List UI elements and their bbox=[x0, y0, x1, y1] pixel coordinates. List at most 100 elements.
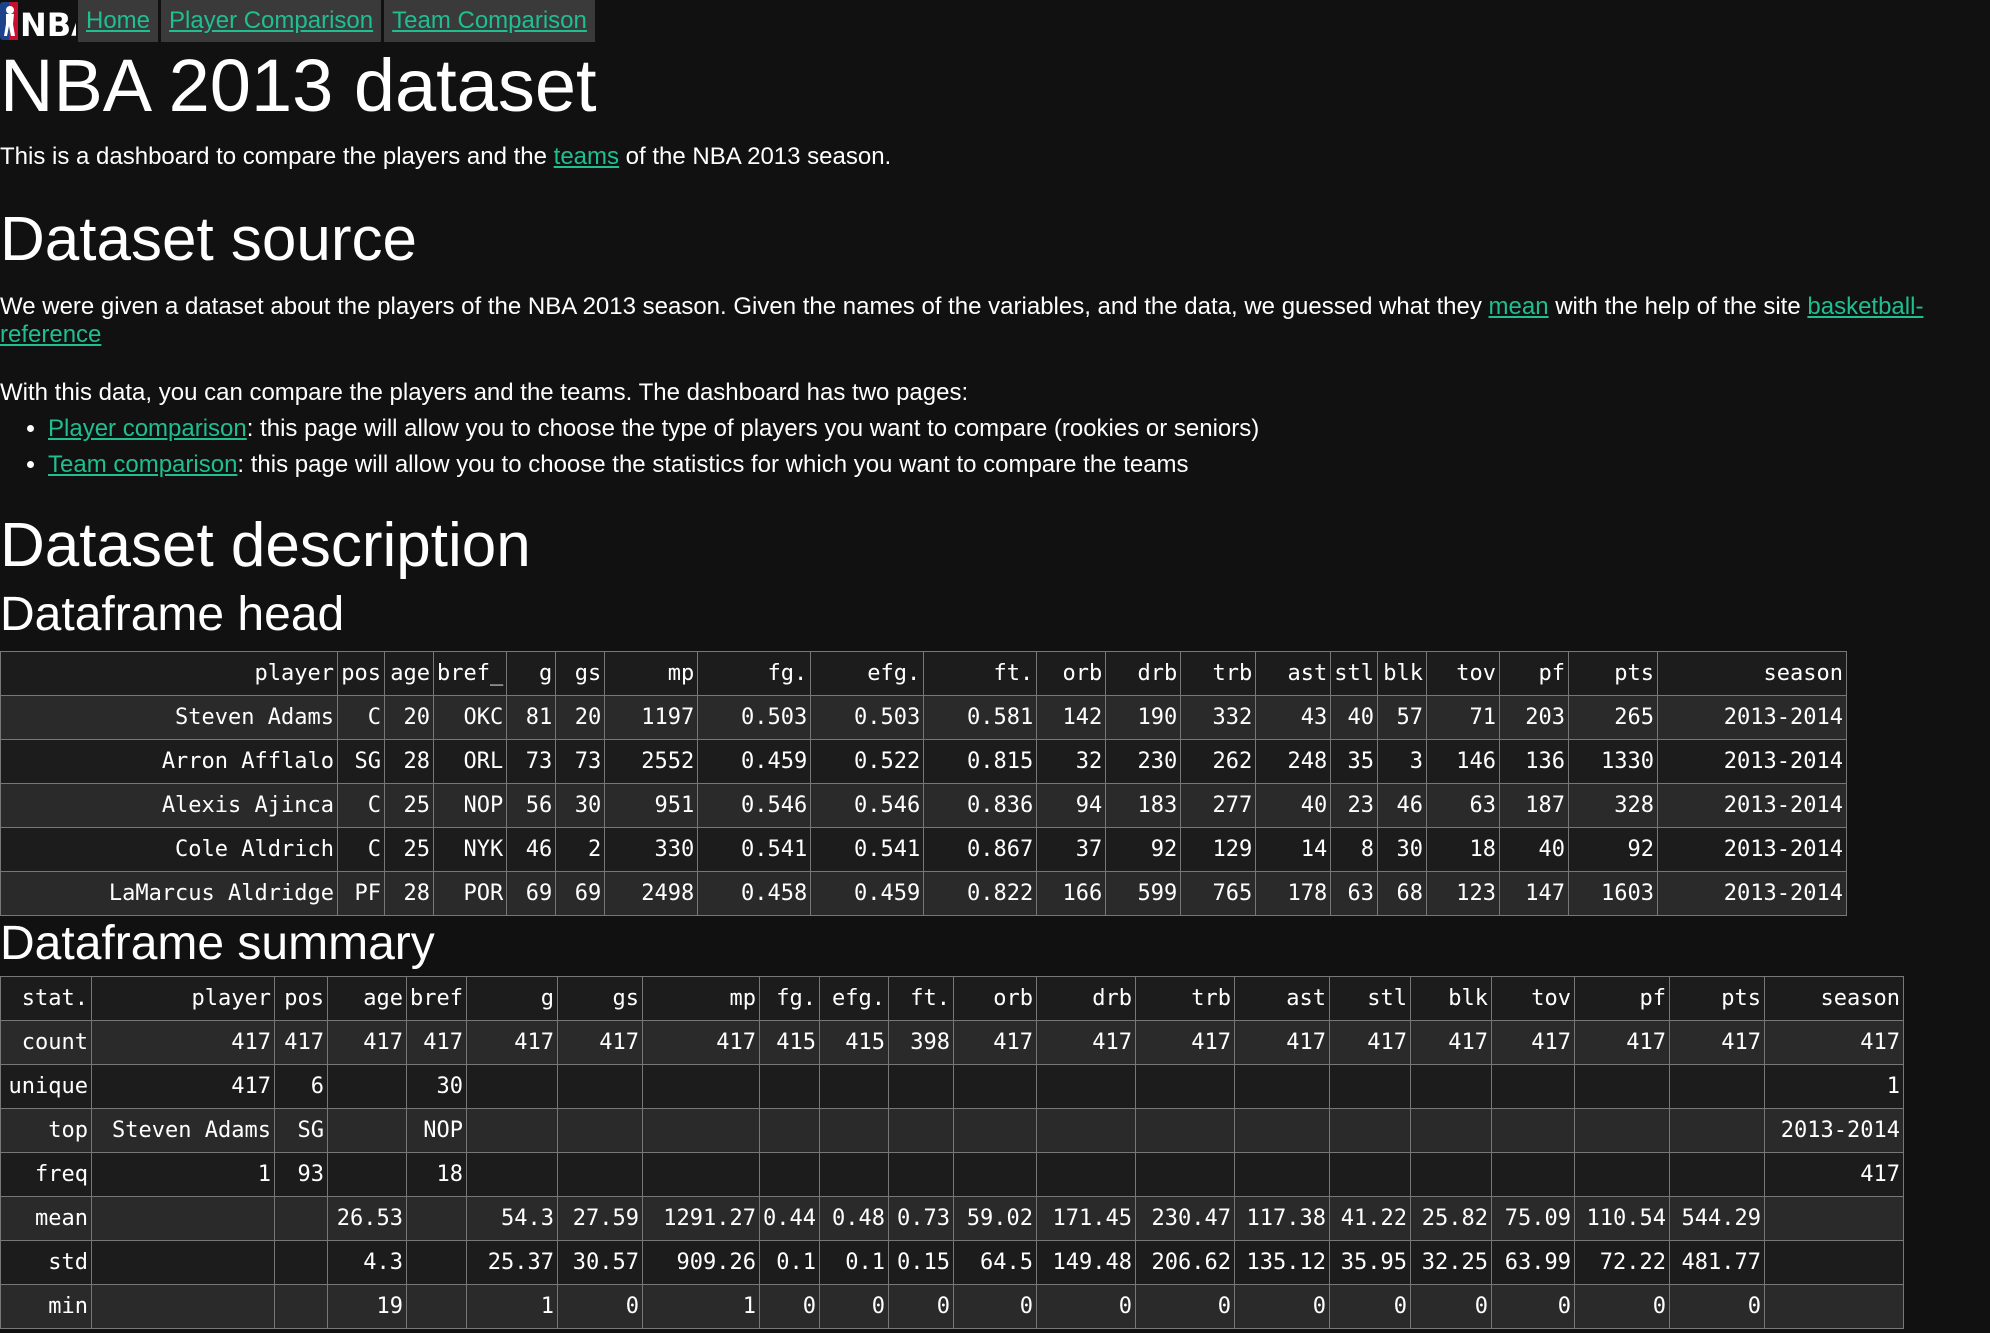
column-header: age bbox=[327, 976, 407, 1021]
table-cell: 0.1 bbox=[758, 1240, 820, 1285]
table-cell: 19 bbox=[327, 1284, 407, 1329]
table-cell bbox=[1328, 1064, 1411, 1109]
dataframe-summary-table: stat. player pos age bref g gs mp fg. efg. ft. orb d… bbox=[0, 976, 1904, 1329]
column-header: mp bbox=[641, 976, 760, 1021]
table-cell: PF bbox=[337, 871, 385, 916]
table-cell: min bbox=[0, 1284, 92, 1329]
table-cell: 0.822 bbox=[923, 871, 1038, 916]
table-cell: 417 bbox=[1490, 1020, 1575, 1065]
table-cell: 0.459 bbox=[697, 739, 812, 784]
table-header-row: player pos age bref_ g gs mp fg. efg. ft. orb drb tr… bbox=[0, 651, 1847, 696]
table-cell: 142 bbox=[1036, 695, 1107, 740]
table-cell: 1 bbox=[1763, 1064, 1904, 1109]
nav-home-link[interactable]: Home bbox=[86, 7, 150, 35]
nav-team-comparison[interactable]: Team Comparison bbox=[384, 0, 595, 42]
table-cell bbox=[1490, 1152, 1575, 1197]
nav-player-comparison-link[interactable]: Player Comparison bbox=[169, 7, 373, 35]
table-cell: 398 bbox=[887, 1020, 954, 1065]
column-header: trb bbox=[1180, 651, 1257, 696]
table-cell: 0.522 bbox=[810, 739, 925, 784]
table-cell: 481.77 bbox=[1668, 1240, 1765, 1285]
table-cell: 0.581 bbox=[923, 695, 1038, 740]
table-cell: 1197 bbox=[604, 695, 699, 740]
table-cell: 35.95 bbox=[1328, 1240, 1411, 1285]
nav-player-comparison[interactable]: Player Comparison bbox=[161, 0, 382, 42]
teams-link[interactable]: teams bbox=[554, 143, 619, 170]
table-cell: 0 bbox=[1409, 1284, 1492, 1329]
table-cell: 332 bbox=[1180, 695, 1257, 740]
table-cell bbox=[758, 1064, 820, 1109]
table-cell: 63 bbox=[1330, 871, 1378, 916]
table-cell: 190 bbox=[1105, 695, 1182, 740]
table-cell: 92 bbox=[1105, 827, 1182, 872]
column-header: bref_ bbox=[432, 651, 508, 696]
player-comparison-link[interactable]: Player comparison bbox=[48, 415, 247, 442]
table-cell: 43 bbox=[1255, 695, 1332, 740]
table-cell bbox=[465, 1108, 558, 1153]
table-cell: Steven Adams bbox=[91, 1108, 275, 1153]
column-header: bref bbox=[406, 976, 467, 1021]
table-cell: 0.546 bbox=[810, 783, 925, 828]
table-cell bbox=[1763, 1284, 1904, 1329]
table-row: count 417 417 417 417 417 417 417 415 415 398 417 41… bbox=[0, 1020, 1904, 1065]
table-cell: 206.62 bbox=[1134, 1240, 1235, 1285]
column-header: tov bbox=[1425, 651, 1500, 696]
table-cell bbox=[1035, 1064, 1136, 1109]
table-cell bbox=[91, 1196, 275, 1241]
table-cell: 0 bbox=[758, 1284, 820, 1329]
svg-text:NBA: NBA bbox=[20, 6, 76, 43]
table-cell: 54.3 bbox=[465, 1196, 558, 1241]
table-cell: NOP bbox=[406, 1108, 467, 1153]
table-cell bbox=[1490, 1108, 1575, 1153]
table-cell: 20 bbox=[384, 695, 434, 740]
table-cell: 0 bbox=[556, 1284, 643, 1329]
navbar: NBA Home Player Comparison Team Comparis… bbox=[0, 0, 1990, 43]
table-cell: 0.44 bbox=[758, 1196, 820, 1241]
table-cell: 230.47 bbox=[1134, 1196, 1235, 1241]
table-cell bbox=[1328, 1152, 1411, 1197]
nav-team-comparison-link[interactable]: Team Comparison bbox=[392, 7, 587, 35]
dataframe-head-table: player pos age bref_ g gs mp fg. efg. ft. orb drb tr… bbox=[0, 651, 1847, 916]
column-header: stl bbox=[1328, 976, 1411, 1021]
table-cell bbox=[1573, 1108, 1670, 1153]
table-cell bbox=[465, 1064, 558, 1109]
table-cell: 35 bbox=[1330, 739, 1378, 784]
table-cell: 46 bbox=[506, 827, 557, 872]
table-cell: 415 bbox=[818, 1020, 889, 1065]
table-row: LaMarcus Aldridge PF 28 POR 69 69 2498 0.458 0.4… bbox=[0, 871, 1847, 916]
table-cell: 57 bbox=[1376, 695, 1427, 740]
table-cell: 0 bbox=[887, 1284, 954, 1329]
nav-home[interactable]: Home bbox=[78, 0, 159, 42]
table-cell bbox=[327, 1108, 407, 1153]
table-cell: 2013-2014 bbox=[1656, 827, 1847, 872]
table-cell: 328 bbox=[1567, 783, 1658, 828]
table-cell: 0 bbox=[952, 1284, 1037, 1329]
table-cell: 1 bbox=[641, 1284, 760, 1329]
column-header: pos bbox=[337, 651, 385, 696]
column-header: ft. bbox=[887, 976, 954, 1021]
table-cell: Arron Afflalo bbox=[0, 739, 338, 784]
column-header: g bbox=[506, 651, 557, 696]
table-cell bbox=[327, 1152, 407, 1197]
column-header: season bbox=[1763, 976, 1904, 1021]
table-cell: 25 bbox=[384, 783, 434, 828]
table-cell: NOP bbox=[432, 783, 508, 828]
table-cell: 0 bbox=[1490, 1284, 1575, 1329]
table-cell: 417 bbox=[1763, 1152, 1904, 1197]
table-cell: 30 bbox=[555, 783, 606, 828]
table-cell: 0.867 bbox=[923, 827, 1038, 872]
mean-link[interactable]: mean bbox=[1489, 293, 1549, 320]
column-header: season bbox=[1656, 651, 1847, 696]
table-cell: 248 bbox=[1255, 739, 1332, 784]
table-cell: 147 bbox=[1498, 871, 1569, 916]
table-cell: 0 bbox=[1233, 1284, 1330, 1329]
column-header: pf bbox=[1498, 651, 1569, 696]
table-cell bbox=[887, 1152, 954, 1197]
column-header: drb bbox=[1035, 976, 1136, 1021]
column-header: trb bbox=[1134, 976, 1235, 1021]
column-header: stat. bbox=[0, 976, 92, 1021]
team-comparison-link[interactable]: Team comparison bbox=[48, 451, 237, 478]
nba-logo[interactable]: NBA bbox=[0, 0, 78, 43]
table-cell bbox=[1763, 1196, 1904, 1241]
table-cell bbox=[406, 1284, 467, 1329]
